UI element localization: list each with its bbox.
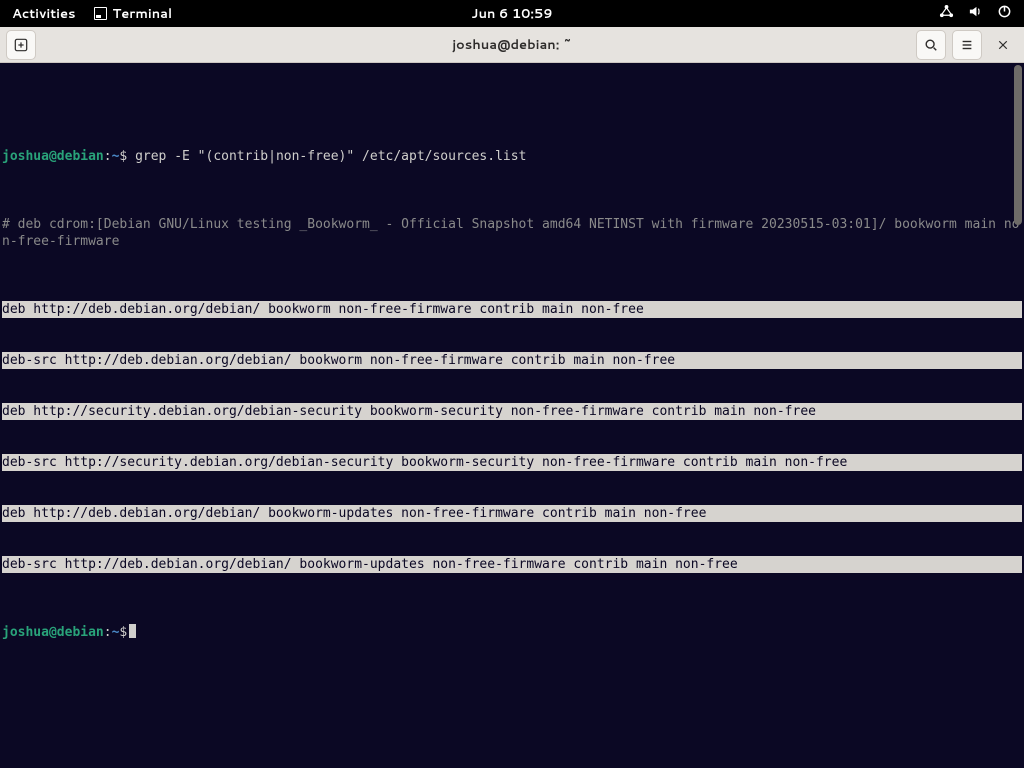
terminal-output-line: deb http://deb.debian.org/debian/ bookwo… bbox=[2, 505, 1022, 522]
window-title: joshua@debian: ~ bbox=[0, 36, 1024, 54]
scrollbar[interactable] bbox=[1012, 63, 1024, 768]
terminal-window: joshua@debian: ~ joshua@debian:~$ grep -… bbox=[0, 27, 1024, 768]
network-icon[interactable] bbox=[939, 4, 954, 24]
terminal-viewport[interactable]: joshua@debian:~$ grep -E "(contrib|non-f… bbox=[0, 63, 1024, 768]
new-tab-button[interactable] bbox=[6, 30, 36, 60]
terminal-output-line: # deb cdrom:[Debian GNU/Linux testing _B… bbox=[2, 216, 1022, 250]
terminal-prompt-line: joshua@debian:~$ bbox=[2, 624, 1022, 641]
hamburger-menu-button[interactable] bbox=[952, 30, 982, 60]
activities-button[interactable]: Activities bbox=[12, 5, 76, 23]
terminal-line: joshua@debian:~$ grep -E "(contrib|non-f… bbox=[2, 148, 1022, 165]
search-button[interactable] bbox=[916, 30, 946, 60]
cursor bbox=[129, 624, 136, 638]
window-titlebar: joshua@debian: ~ bbox=[0, 27, 1024, 63]
prompt-user-host: joshua@debian bbox=[2, 149, 104, 164]
terminal-icon bbox=[94, 7, 107, 20]
active-app-indicator[interactable]: Terminal bbox=[94, 5, 173, 23]
gnome-topbar: Activities Terminal Jun 6 10:59 bbox=[0, 0, 1024, 27]
scrollbar-thumb[interactable] bbox=[1014, 65, 1022, 225]
clock[interactable]: Jun 6 10:59 bbox=[471, 5, 552, 23]
terminal-output-line: deb-src http://deb.debian.org/debian/ bo… bbox=[2, 352, 1022, 369]
terminal-output-line: deb http://deb.debian.org/debian/ bookwo… bbox=[2, 301, 1022, 318]
volume-icon[interactable] bbox=[968, 4, 983, 24]
close-button[interactable] bbox=[988, 30, 1018, 60]
command-text: grep -E "(contrib|non-free)" /etc/apt/so… bbox=[135, 149, 526, 164]
power-icon[interactable] bbox=[997, 4, 1012, 24]
active-app-name: Terminal bbox=[113, 5, 173, 23]
terminal-output-line: deb-src http://security.debian.org/debia… bbox=[2, 454, 1022, 471]
prompt-symbol: $ bbox=[119, 149, 127, 164]
terminal-output-line: deb http://security.debian.org/debian-se… bbox=[2, 403, 1022, 420]
terminal-output-line: deb-src http://deb.debian.org/debian/ bo… bbox=[2, 556, 1022, 573]
